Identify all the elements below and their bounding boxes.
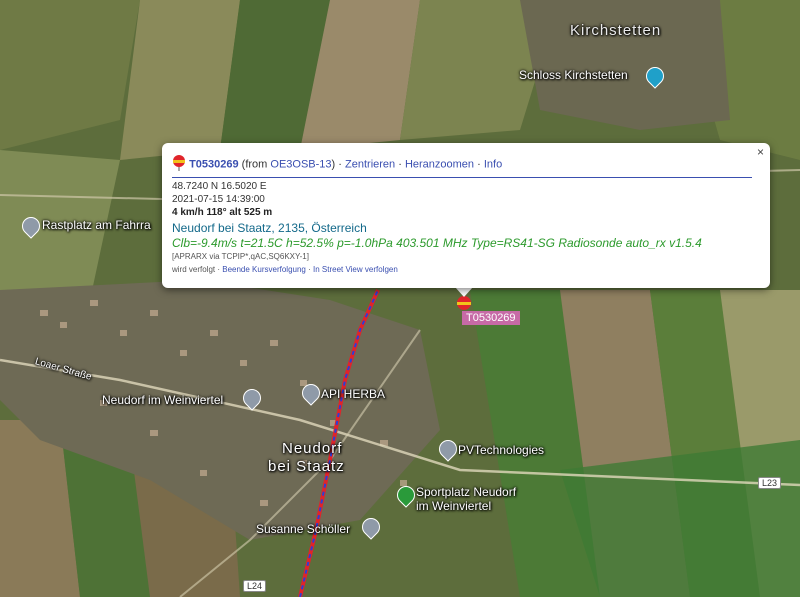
popup-tip — [455, 287, 473, 297]
popup-location: Neudorf bei Staatz, 2135, Österreich — [172, 221, 367, 235]
popup-header: T0530269 (from OE3OSB-13) · Zentrieren ·… — [172, 155, 502, 174]
place-neudorf-big: Neudorf — [282, 440, 343, 457]
info-link[interactable]: Info — [484, 158, 502, 170]
place-susanne[interactable]: Susanne Schöller — [256, 522, 350, 536]
center-link[interactable]: Zentrieren — [345, 158, 395, 170]
zoom-link[interactable]: Heranzoomen — [405, 158, 474, 170]
place-rastplatz[interactable]: Rastplatz am Fahrra — [42, 218, 151, 232]
place-bei-staatz-big: bei Staatz — [268, 458, 345, 475]
popup-path: [APRARX via TCPIP*,qAC,SQ6KXY-1] — [172, 252, 309, 261]
followed-text: wird verfolgt — [172, 265, 216, 274]
popup-speed: 4 km/h 118° alt 525 m — [172, 207, 273, 218]
popup-from-prefix: (from — [241, 158, 271, 171]
marker-callsign-label[interactable]: T0530269 — [462, 311, 520, 325]
place-pvtechnologies[interactable]: PVTechnologies — [458, 443, 544, 457]
road-shield-l24: L24 — [243, 580, 267, 592]
popup-timestamp: 2021-07-15 14:39:00 — [172, 194, 265, 205]
balloon-icon — [172, 155, 186, 174]
place-api-herba[interactable]: API HERBA — [321, 387, 385, 401]
popup-telemetry: Clb=-9.4m/s t=21.5C h=52.5% p=-1.0hPa 40… — [172, 236, 702, 250]
popup-from-suffix: ) — [331, 158, 336, 171]
popup-coords: 48.7240 N 16.5020 E — [172, 181, 267, 192]
place-kirchstetten: Kirchstetten — [570, 22, 662, 39]
popup-from-station-link[interactable]: OE3OSB-13 — [270, 158, 331, 170]
street-view-link[interactable]: In Street View verfolgen — [313, 265, 398, 274]
place-sportplatz-2[interactable]: im Weinviertel — [416, 499, 491, 513]
place-schloss[interactable]: Schloss Kirchstetten — [519, 68, 628, 82]
stop-follow-link[interactable]: Beende Kursverfolgung — [222, 265, 306, 274]
balloon-marker-icon[interactable] — [456, 296, 472, 312]
satellite-map[interactable] — [0, 0, 800, 597]
road-shield-l23: L23 — [758, 477, 782, 489]
popup-follow-row: wird verfolgt · Beende Kursverfolgung · … — [172, 265, 398, 274]
popup-callsign-link[interactable]: T0530269 — [189, 158, 239, 170]
popup-divider — [172, 177, 752, 178]
popup-close-button[interactable]: × — [757, 145, 764, 159]
place-neudorf-weinviertel[interactable]: Neudorf im Weinviertel — [102, 393, 223, 407]
place-sportplatz-1[interactable]: Sportplatz Neudorf — [416, 485, 516, 499]
info-popup: × T0530269 (from OE3OSB-13) · Zentrieren… — [162, 143, 770, 288]
